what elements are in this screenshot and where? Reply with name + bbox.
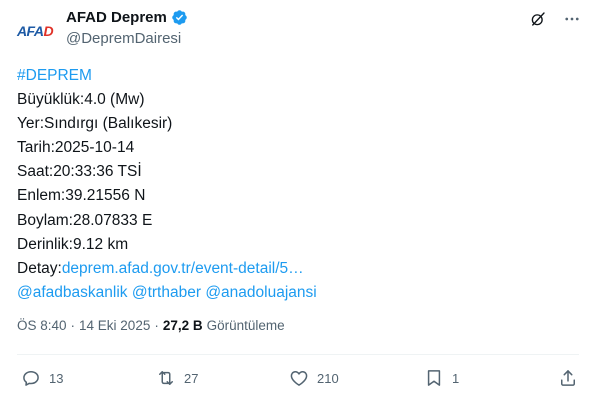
hashtag-link[interactable]: #DEPREM [17, 67, 92, 84]
grok-icon[interactable] [528, 9, 548, 29]
avatar[interactable]: AFAD [14, 10, 56, 52]
detail-link[interactable]: deprem.afad.gov.tr/event-detail/5… [62, 260, 304, 277]
verified-badge-icon [172, 10, 187, 25]
reply-icon [23, 371, 39, 386]
mention-link[interactable]: @anadoluajansi [205, 284, 316, 301]
views-label: Görüntüleme [206, 318, 285, 333]
tweet-date[interactable]: 14 Eki 2025 [79, 318, 150, 333]
author-handle[interactable]: @DepremDairesi [66, 30, 181, 47]
mention-link[interactable]: @trthaber [132, 284, 201, 301]
views-count[interactable]: 27,2 B [163, 318, 203, 333]
reply-count: 13 [49, 370, 64, 386]
tweet-meta: ÖS 8:40 · 14 Eki 2025 · 27,2 B Görüntüle… [17, 318, 285, 333]
author-name[interactable]: AFAD Deprem [66, 9, 167, 26]
meta-separator: · [70, 318, 76, 333]
afad-logo: AFAD [16, 23, 54, 39]
meta-separator: · [154, 318, 159, 333]
repost-count: 27 [184, 370, 199, 386]
tweet-line: Enlem:39.21556 N [17, 187, 146, 205]
reply-button[interactable]: 13 [21, 368, 63, 388]
tweet-line: Derinlik:9.12 km [17, 235, 129, 253]
tweet-line: Tarih:2025-10-14 [17, 139, 135, 157]
more-options-icon[interactable] [562, 9, 582, 29]
tweet-line: Yer:Sındırgı (Balıkesir) [17, 115, 173, 133]
divider [17, 354, 579, 355]
like-button[interactable]: 210 [289, 368, 339, 388]
tweet-line: Büyüklük:4.0 (Mw) [17, 91, 145, 109]
repost-button[interactable]: 27 [156, 368, 198, 388]
bookmark-count: 1 [452, 370, 460, 386]
bookmark-button[interactable]: 1 [424, 368, 459, 388]
tweet-text: #DEPREM Büyüklük:4.0 (Mw) Yer:Sındırgı (… [17, 64, 317, 305]
action-bar: 13 27 210 1 [0, 368, 596, 390]
bookmark-icon [427, 370, 441, 386]
share-icon [561, 370, 575, 386]
tweet-time[interactable]: ÖS 8:40 [17, 318, 67, 333]
tweet-line: Saat:20:33:36 TSİ [17, 163, 142, 181]
tweet-line: Boylam:28.07833 E [17, 211, 153, 229]
share-button[interactable] [558, 368, 578, 388]
detail-label: Detay: [17, 259, 62, 277]
repost-icon [159, 371, 173, 385]
heart-icon [290, 371, 308, 386]
mention-link[interactable]: @afadbaskanlik [17, 284, 128, 301]
like-count: 210 [317, 370, 339, 386]
